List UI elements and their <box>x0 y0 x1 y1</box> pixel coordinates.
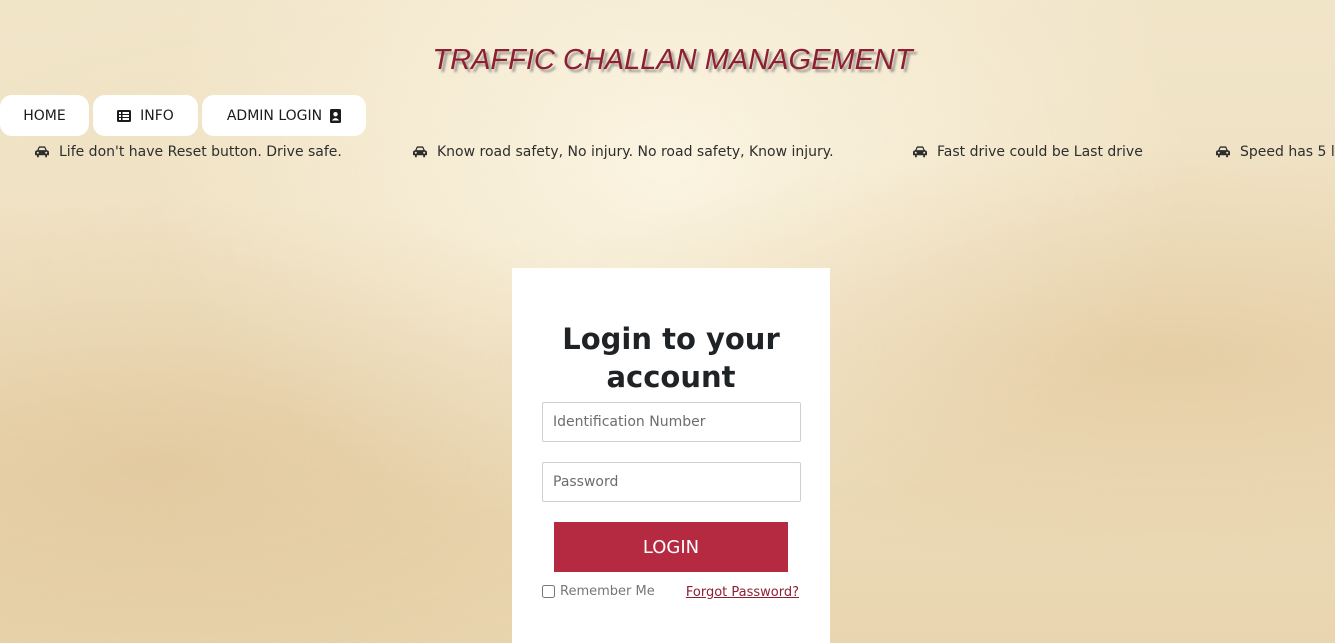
main-nav: HOME INFO ADMIN LOGIN <box>0 95 366 136</box>
forgot-password-link[interactable]: Forgot Password? <box>686 585 799 600</box>
remember-me-label: Remember Me <box>560 584 655 599</box>
marquee-text: Speed has 5 l <box>1240 144 1335 160</box>
login-title-line2: account <box>606 360 736 394</box>
identification-number-input[interactable] <box>542 402 801 442</box>
car-icon <box>412 146 428 158</box>
login-title: Login to your account <box>512 320 830 396</box>
login-button[interactable]: LOGIN <box>554 522 788 572</box>
marquee-item: Life don't have Reset button. Drive safe… <box>34 144 342 160</box>
nav-admin-login-button[interactable]: ADMIN LOGIN <box>202 95 366 136</box>
marquee-text: Life don't have Reset button. Drive safe… <box>59 144 342 160</box>
car-icon <box>34 146 50 158</box>
remember-me: Remember Me <box>542 584 655 599</box>
marquee-item: Know road safety, No injury. No road saf… <box>412 144 834 160</box>
nav-home-button[interactable]: HOME <box>0 95 89 136</box>
nav-info-label: INFO <box>140 107 174 124</box>
marquee-text: Know road safety, No injury. No road saf… <box>437 144 834 160</box>
contact-card-icon <box>330 108 342 123</box>
nav-info-button[interactable]: INFO <box>93 95 198 136</box>
login-card: Login to your account LOGIN Remember Me … <box>512 268 830 643</box>
car-icon <box>1215 146 1231 158</box>
list-icon <box>117 109 132 122</box>
marquee-item: Fast drive could be Last drive <box>912 144 1143 160</box>
password-input[interactable] <box>542 462 801 502</box>
page-title: TRAFFIC CHALLAN MANAGEMENT <box>432 44 913 76</box>
nav-home-label: HOME <box>23 107 66 124</box>
car-icon <box>912 146 928 158</box>
marquee-text: Fast drive could be Last drive <box>937 144 1143 160</box>
marquee-item: Speed has 5 l <box>1215 144 1335 160</box>
nav-admin-label: ADMIN LOGIN <box>226 107 323 124</box>
safety-marquee: Life don't have Reset button. Drive safe… <box>0 144 1335 164</box>
remember-me-checkbox[interactable] <box>542 585 555 598</box>
login-title-line1: Login to your <box>562 322 780 356</box>
